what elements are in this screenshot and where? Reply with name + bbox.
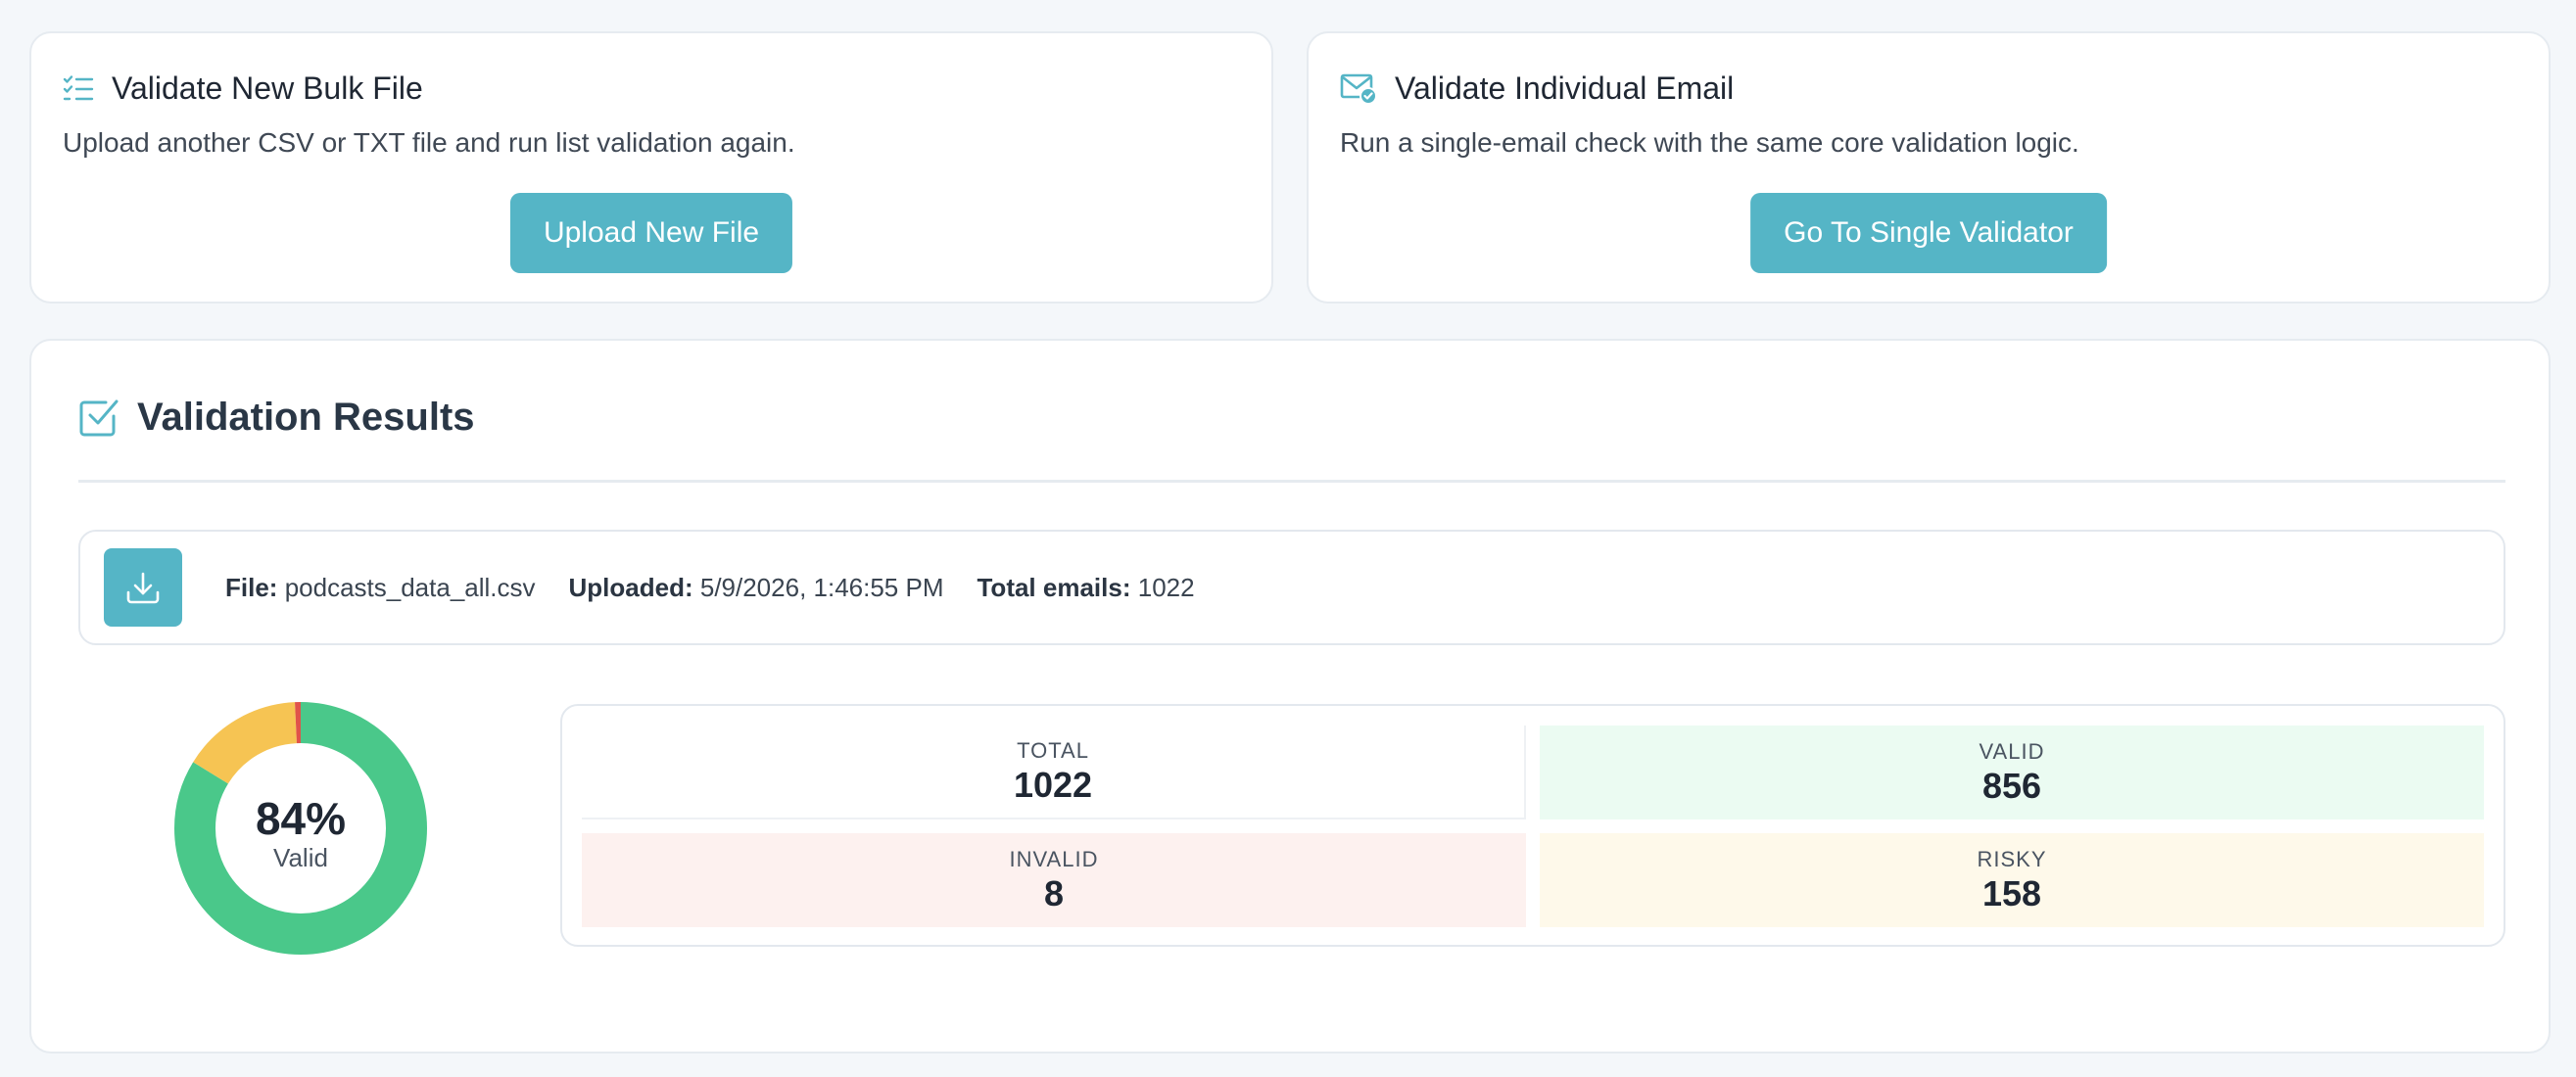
stat-risky-value: 158: [1981, 873, 2042, 913]
file-name-value: podcasts_data_all.csv: [284, 572, 536, 602]
uploaded-label: Uploaded:: [568, 572, 693, 602]
checkbox-icon: [79, 399, 119, 437]
donut-center: 84% Valid: [167, 694, 435, 962]
donut-percent: 84%: [255, 793, 347, 844]
stat-total-label: TOTAL: [1017, 738, 1089, 763]
download-button[interactable]: [104, 548, 182, 627]
file-name-label: File:: [225, 572, 278, 602]
envelope-check-icon: [1340, 73, 1377, 104]
stats-grid: TOTAL 1022 VALID 856 INVALID 8 RISKY 158: [560, 704, 2505, 947]
total-emails-value: 1022: [1137, 572, 1195, 602]
uploaded-value: 5/9/2026, 1:46:55 PM: [699, 572, 944, 602]
file-meta: File: podcasts_data_all.csv Uploaded: 5/…: [225, 573, 1195, 603]
stat-invalid-label: INVALID: [1009, 847, 1099, 871]
stat-total: TOTAL 1022: [582, 726, 1526, 819]
single-email-card-title: Validate Individual Email: [1395, 70, 1735, 106]
action-cards-row: Validate New Bulk File Upload another CS…: [29, 31, 2551, 304]
total-emails-label: Total emails:: [977, 572, 1131, 602]
stat-valid: VALID 856: [1540, 726, 2484, 819]
donut-label: Valid: [273, 843, 328, 872]
stat-valid-label: VALID: [1979, 739, 2045, 764]
bulk-file-card-header: Validate New Bulk File: [63, 67, 1240, 110]
file-name-field: File: podcasts_data_all.csv: [225, 573, 536, 603]
stat-invalid: INVALID 8: [582, 833, 1526, 927]
stats-area: 84% Valid TOTAL 1022 VALID 856 INVALID 8…: [78, 694, 2505, 988]
stat-total-value: 1022: [1013, 765, 1093, 805]
go-to-single-validator-button[interactable]: Go To Single Validator: [1750, 193, 2107, 273]
bulk-file-card-title: Validate New Bulk File: [112, 70, 423, 106]
upload-new-file-button[interactable]: Upload New File: [509, 193, 793, 273]
single-email-card-description: Run a single-email check with the same c…: [1340, 127, 2079, 158]
validity-donut: 84% Valid: [167, 694, 435, 962]
uploaded-field: Uploaded: 5/9/2026, 1:46:55 PM: [569, 573, 944, 603]
stat-risky: RISKY 158: [1540, 833, 2484, 927]
validation-results-panel: Validation Results File: podcasts_data_a…: [29, 339, 2551, 1054]
results-divider: [78, 480, 2505, 483]
stat-invalid-value: 8: [1043, 873, 1065, 913]
bulk-file-card: Validate New Bulk File Upload another CS…: [29, 31, 1273, 304]
validation-results-title: Validation Results: [137, 395, 475, 439]
single-email-card-header: Validate Individual Email: [1340, 67, 2517, 110]
download-icon: [126, 572, 160, 604]
validation-results-header: Validation Results: [78, 390, 2502, 445]
bulk-file-card-description: Upload another CSV or TXT file and run l…: [63, 127, 795, 158]
single-email-card: Validate Individual Email Run a single-e…: [1307, 31, 2551, 304]
file-info-bar: File: podcasts_data_all.csv Uploaded: 5/…: [78, 530, 2505, 645]
stat-risky-label: RISKY: [1977, 847, 2047, 871]
list-check-icon: [63, 75, 94, 101]
total-emails-field: Total emails: 1022: [977, 573, 1194, 603]
stat-valid-value: 856: [1981, 766, 2042, 806]
